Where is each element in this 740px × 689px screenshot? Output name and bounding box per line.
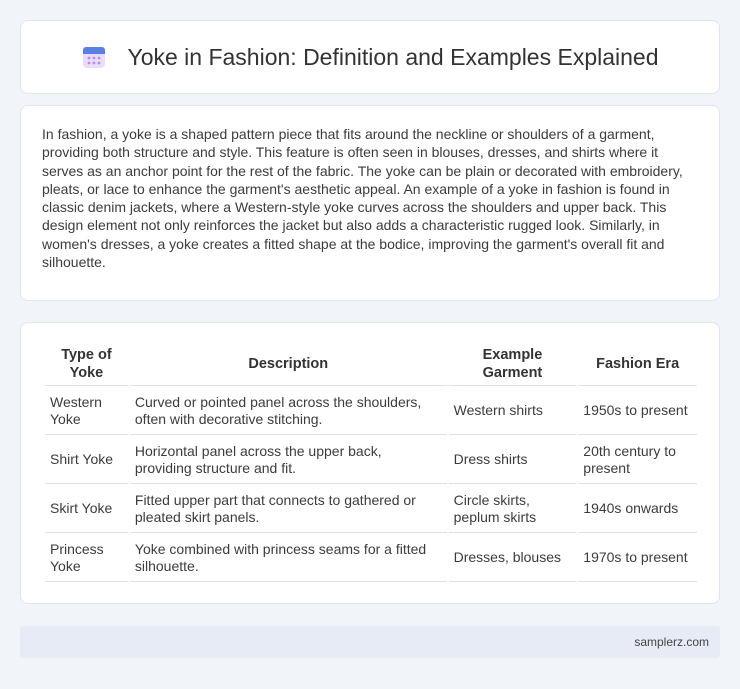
table-row: Western Yoke Curved or pointed panel acr… — [45, 388, 697, 435]
intro-card: In fashion, a yoke is a shaped pattern p… — [20, 105, 720, 301]
column-header-type: Type of Yoke — [45, 344, 128, 386]
yoke-table: Type of Yoke Description Example Garment… — [43, 342, 699, 584]
footer: samplerz.com — [20, 626, 720, 658]
table-row: Skirt Yoke Fitted upper part that connec… — [45, 486, 697, 533]
title-card: Yoke in Fashion: Definition and Examples… — [20, 20, 720, 94]
calendar-icon — [83, 47, 106, 68]
table-row: Princess Yoke Yoke combined with princes… — [45, 535, 697, 582]
title-wrap: Yoke in Fashion: Definition and Examples… — [81, 43, 659, 71]
column-header-era: Fashion Era — [578, 344, 697, 386]
cell-description: Yoke combined with princess seams for a … — [129, 535, 447, 582]
cell-era: 20th century to present — [578, 437, 697, 484]
table-card: Type of Yoke Description Example Garment… — [20, 322, 720, 604]
cell-era: 1940s onwards — [578, 486, 697, 533]
cell-type: Shirt Yoke — [45, 437, 128, 484]
cell-era: 1950s to present — [578, 388, 697, 435]
cell-garment: Dress shirts — [448, 437, 577, 484]
cell-type: Princess Yoke — [45, 535, 128, 582]
cell-type: Skirt Yoke — [45, 486, 128, 533]
cell-garment: Western shirts — [448, 388, 577, 435]
cell-type: Western Yoke — [45, 388, 128, 435]
cell-description: Fitted upper part that connects to gathe… — [129, 486, 447, 533]
table-header-row: Type of Yoke Description Example Garment… — [45, 344, 697, 386]
cell-garment: Dresses, blouses — [448, 535, 577, 582]
table-row: Shirt Yoke Horizontal panel across the u… — [45, 437, 697, 484]
intro-paragraph: In fashion, a yoke is a shaped pattern p… — [42, 126, 683, 271]
cell-description: Curved or pointed panel across the shoul… — [129, 388, 447, 435]
footer-site-link[interactable]: samplerz.com — [634, 635, 709, 649]
cell-description: Horizontal panel across the upper back, … — [129, 437, 447, 484]
page-title: Yoke in Fashion: Definition and Examples… — [127, 43, 659, 70]
column-header-description: Description — [129, 344, 447, 386]
cell-garment: Circle skirts, peplum skirts — [448, 486, 577, 533]
cell-era: 1970s to present — [578, 535, 697, 582]
column-header-garment: Example Garment — [448, 344, 577, 386]
